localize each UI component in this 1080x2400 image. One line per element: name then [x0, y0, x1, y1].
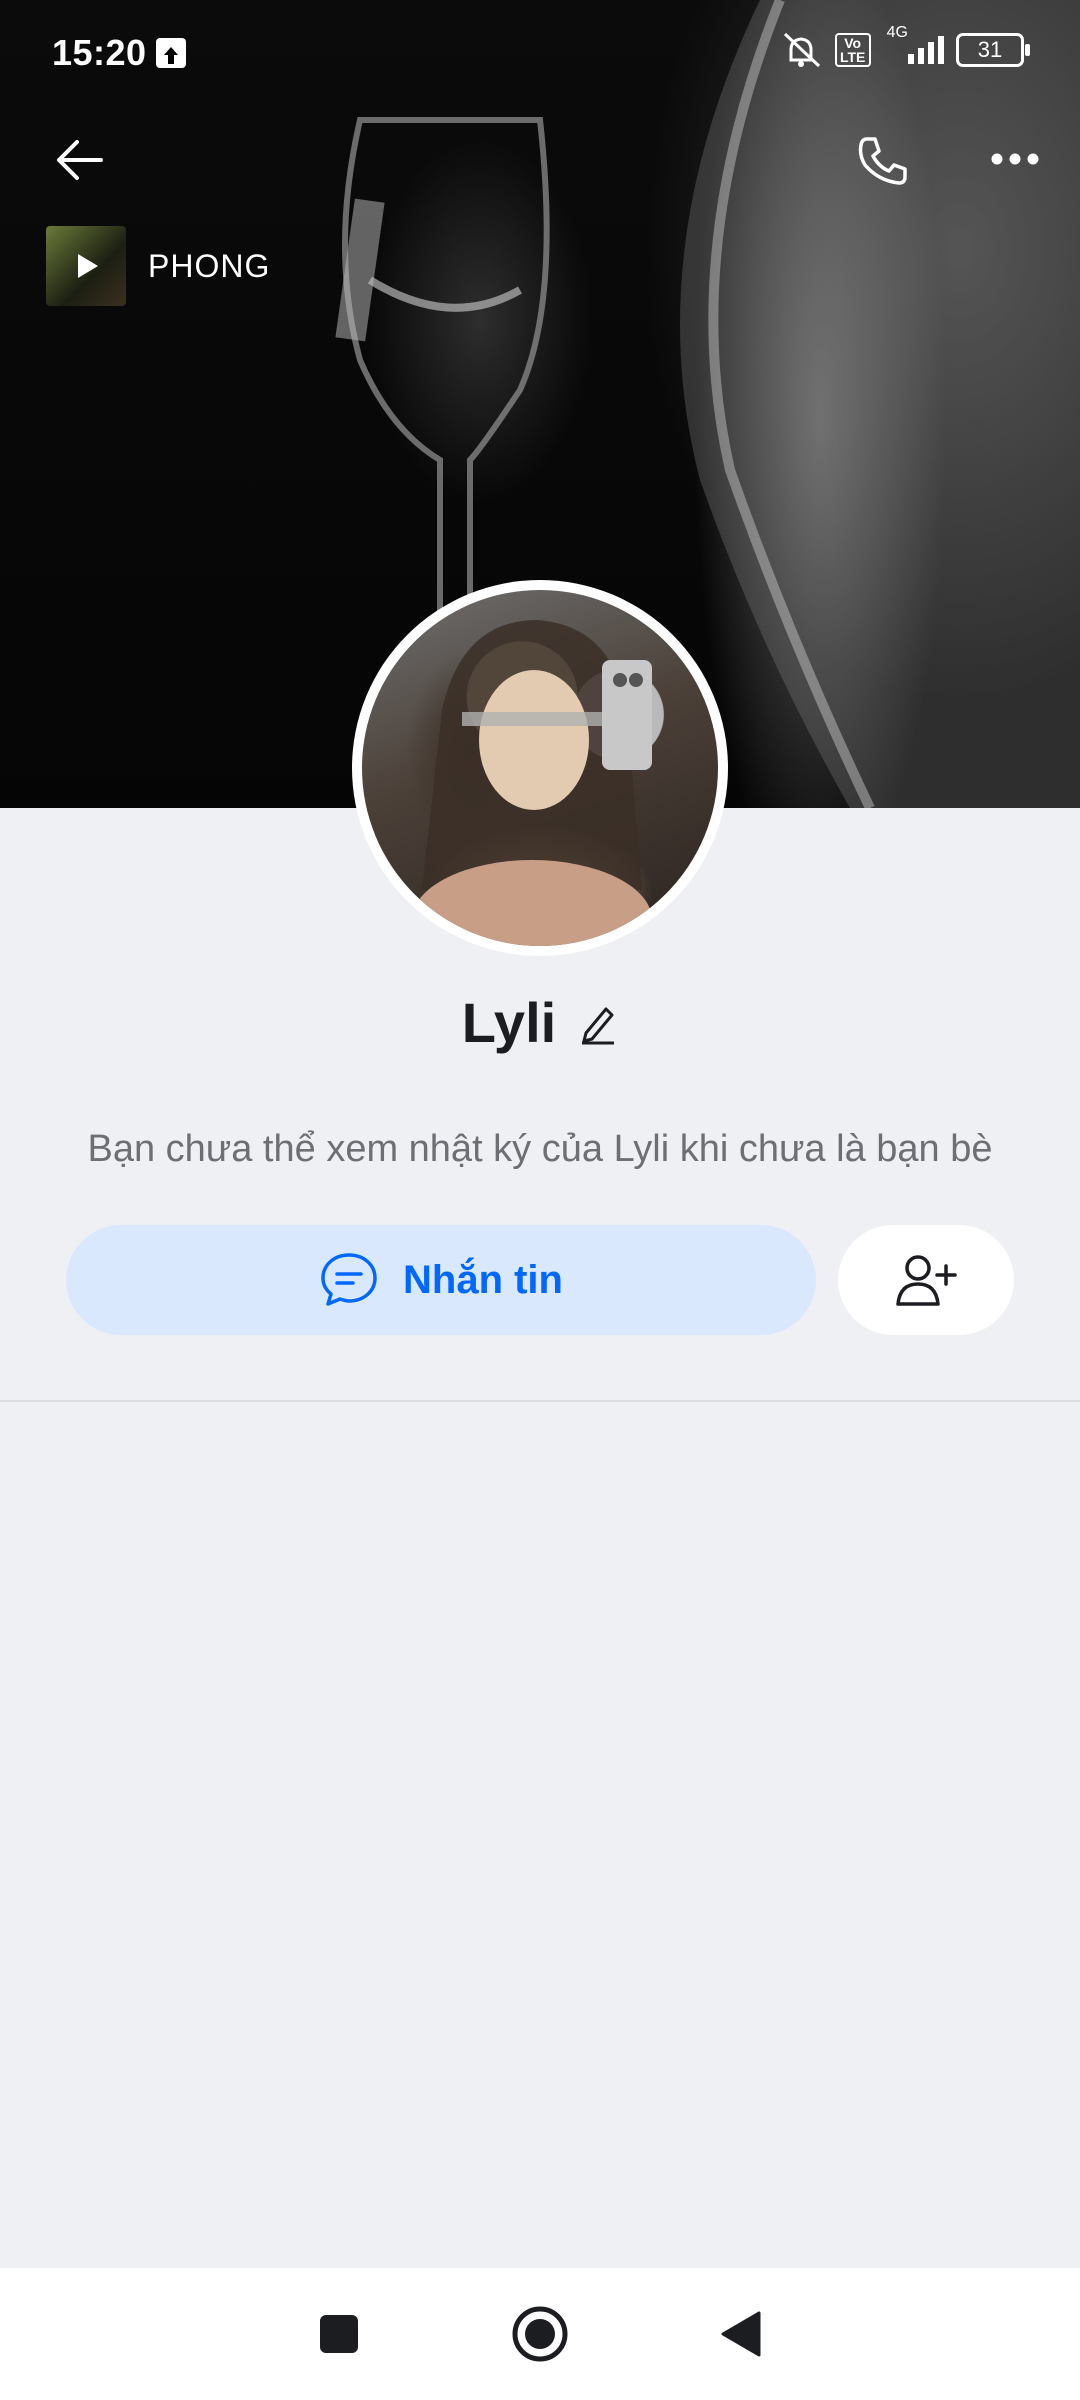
message-button-label: Nhắn tin — [403, 1257, 563, 1302]
battery-level: 31 — [977, 37, 1003, 62]
phone-icon — [858, 137, 907, 185]
battery-icon: 31 — [956, 33, 1030, 67]
status-bar: 15:20 Vo LTE 4G 31 — [0, 0, 1080, 100]
music-title: PHONG — [148, 247, 271, 284]
avatar-photo — [362, 590, 718, 946]
edit-pencil-icon[interactable] — [578, 1001, 618, 1045]
avatar-image — [412, 620, 652, 946]
signal-icon: 4G — [883, 24, 944, 64]
recents-square-icon[interactable] — [317, 2312, 361, 2356]
mute-icon — [783, 32, 820, 68]
profile-music[interactable]: PHONG — [46, 226, 270, 306]
add-friend-button[interactable] — [838, 1225, 1014, 1335]
privacy-notice: Bạn chưa thể xem nhật ký của Lyli khi ch… — [87, 1128, 993, 1170]
back-triangle-icon[interactable] — [719, 2309, 763, 2359]
avatar[interactable] — [352, 580, 728, 956]
section-divider — [0, 1400, 1080, 1402]
status-time: 15:20 — [52, 32, 147, 73]
message-button[interactable]: Nhắn tin — [66, 1225, 816, 1335]
more-options-button[interactable] — [980, 136, 1050, 182]
system-nav-bar — [0, 2268, 1080, 2400]
arrow-left-icon — [57, 140, 103, 180]
chat-bubble-icon — [321, 1253, 377, 1306]
call-button[interactable] — [848, 126, 918, 196]
network-label: 4G — [886, 24, 908, 41]
profile-name-row: Lyli — [0, 990, 1080, 1055]
add-friend-icon — [896, 1255, 957, 1306]
home-circle-icon[interactable] — [511, 2305, 569, 2363]
music-thumbnail — [46, 226, 126, 306]
upload-icon — [156, 38, 186, 68]
more-horizontal-icon — [991, 153, 1039, 165]
back-button[interactable] — [44, 128, 114, 192]
profile-name: Lyli — [461, 991, 557, 1054]
play-icon — [78, 254, 98, 278]
volte-icon: Vo LTE — [834, 33, 871, 67]
